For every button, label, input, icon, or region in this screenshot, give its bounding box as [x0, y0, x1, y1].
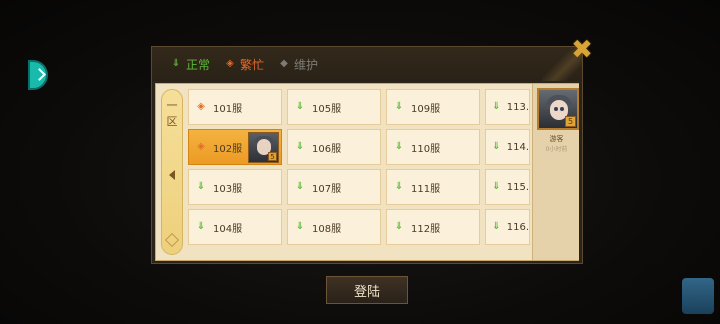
down-arrow-icon: ⇓ [295, 221, 305, 232]
character-name: 游客 [549, 135, 564, 143]
diamond-dot-icon: ◈ [197, 101, 205, 112]
server-item[interactable]: ⇓ 113. [485, 89, 530, 125]
server-name: 105服 [312, 103, 342, 115]
zone-tab[interactable]: 一 区 [161, 89, 183, 255]
server-item[interactable]: ⇓ 115. [485, 169, 530, 205]
server-item[interactable]: ⇓ 112服 [386, 209, 480, 245]
server-name: 113. [506, 101, 529, 113]
down-arrow-icon: ⇓ [492, 101, 501, 112]
server-name: 114. [506, 141, 529, 153]
down-arrow-icon: ⇓ [295, 101, 305, 112]
status-legend: ⇓ 正常 ◈ 繁忙 ◆ 维护 [152, 47, 582, 81]
zone-arrow-icon [169, 170, 175, 180]
server-item[interactable]: ⇓ 107服 [287, 169, 381, 205]
diamond-dot-icon: ◈ [226, 58, 234, 69]
server-item[interactable]: ⇓ 105服 [287, 89, 381, 125]
character-panel: 5 游客 0小时前 [532, 84, 579, 260]
server-name: 107服 [312, 183, 342, 195]
character-level-badge: 5 [565, 116, 576, 127]
server-name: 108服 [312, 223, 342, 235]
server-select-dialog: ⇓ 正常 ◈ 繁忙 ◆ 维护 一 区 ◈ 101服 ◈ 102服 5 ⇓ 103服 ⇓ 104服… [151, 46, 583, 264]
down-arrow-icon: ⇓ [196, 221, 206, 232]
down-arrow-icon: ⇓ [394, 141, 404, 152]
server-name: 102服 [213, 143, 243, 155]
server-name: 115. [506, 181, 529, 193]
avatar-eye-left [554, 107, 558, 111]
down-arrow-icon: ⇓ [171, 58, 181, 69]
server-item[interactable]: ⇓ 116. [485, 209, 530, 245]
server-item[interactable]: ◈ 102服 5 [188, 129, 282, 165]
character-avatar[interactable]: 5 [537, 88, 579, 130]
diamond-icon: ◆ [280, 58, 288, 69]
close-icon[interactable]: ✖ [568, 36, 596, 64]
legend-maintenance: ◆ 维护 [278, 56, 318, 73]
zone-label: 一 区 [165, 98, 179, 130]
server-name: 104服 [213, 223, 243, 235]
down-arrow-icon: ⇓ [295, 181, 305, 192]
down-arrow-icon: ⇓ [196, 181, 206, 192]
server-name: 109服 [411, 103, 441, 115]
server-item[interactable]: ⇓ 110服 [386, 129, 480, 165]
legend-busy-label: 繁忙 [240, 57, 265, 72]
server-character-badge: 5 [268, 152, 277, 161]
server-name: 101服 [213, 103, 243, 115]
legend-busy: ◈ 繁忙 [224, 56, 264, 73]
down-arrow-icon: ⇓ [295, 141, 305, 152]
zone-gem-icon [164, 232, 180, 248]
character-last-login: 0小时前 [545, 146, 568, 153]
server-name: 112服 [411, 223, 441, 235]
down-arrow-icon: ⇓ [492, 141, 501, 152]
server-character-avatar: 5 [248, 132, 279, 163]
server-item[interactable]: ⇓ 109服 [386, 89, 480, 125]
down-arrow-icon: ⇓ [394, 181, 404, 192]
corner-thumbnail [682, 278, 714, 314]
server-name: 111服 [411, 183, 441, 195]
down-arrow-icon: ⇓ [394, 221, 404, 232]
down-arrow-icon: ⇓ [492, 181, 501, 192]
zone-label-line1: 一 [166, 99, 178, 112]
server-list-area: 一 区 ◈ 101服 ◈ 102服 5 ⇓ 103服 ⇓ 104服 ⇓ 105服 ⇓ 106服 ⇓ 107服… [155, 83, 579, 261]
server-item[interactable]: ⇓ 111服 [386, 169, 480, 205]
server-item[interactable]: ⇓ 104服 [188, 209, 282, 245]
server-name: 116. [506, 221, 529, 233]
server-name: 106服 [312, 143, 342, 155]
legend-normal-label: 正常 [186, 57, 211, 72]
server-item[interactable]: ⇓ 114. [485, 129, 530, 165]
server-item[interactable]: ⇓ 108服 [287, 209, 381, 245]
legend-maintenance-label: 维护 [294, 57, 319, 72]
diamond-dot-icon: ◈ [197, 141, 205, 152]
legend-normal: ⇓ 正常 [170, 56, 210, 73]
down-arrow-icon: ⇓ [394, 101, 404, 112]
server-name: 110服 [411, 143, 441, 155]
server-item[interactable]: ◈ 101服 [188, 89, 282, 125]
server-item[interactable]: ⇓ 106服 [287, 129, 381, 165]
avatar-eye-right [560, 107, 564, 111]
zone-label-line2: 区 [166, 115, 178, 128]
down-arrow-icon: ⇓ [492, 221, 501, 232]
login-button[interactable]: 登陆 [326, 276, 408, 304]
server-item[interactable]: ⇓ 103服 [188, 169, 282, 205]
server-name: 103服 [213, 183, 243, 195]
